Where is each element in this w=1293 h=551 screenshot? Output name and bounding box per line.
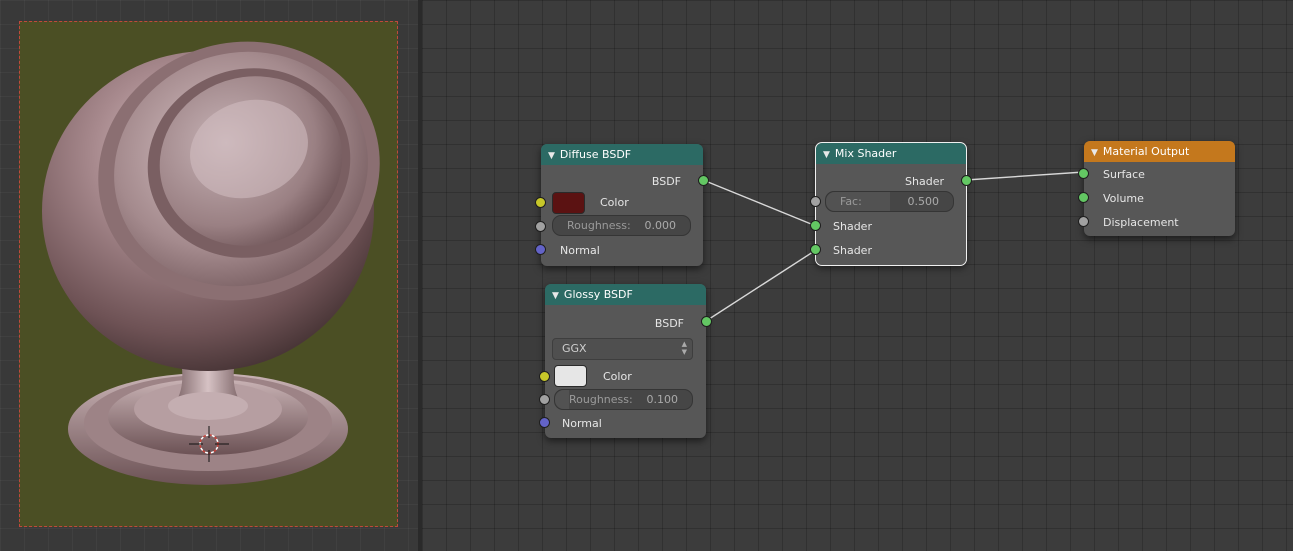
output-volume-socket[interactable]	[1078, 192, 1089, 203]
output-volume-label: Volume	[1103, 192, 1144, 205]
diffuse-color-label: Color	[600, 196, 629, 209]
mix-shader-node[interactable]: ▼ Mix Shader Shader Fac: 0.500 Shader Sha…	[810, 142, 972, 266]
mix-shader-title: Mix Shader	[834, 147, 897, 160]
glossy-roughness-value: 0.100	[646, 393, 679, 406]
glossy-bsdf-header[interactable]: ▼ Glossy BSDF	[545, 284, 706, 305]
diffuse-bsdf-output-socket[interactable]	[698, 175, 709, 186]
mix-shader-output-socket[interactable]	[961, 175, 972, 186]
diffuse-normal-label: Normal	[560, 244, 600, 257]
mix-shader-input-2-label: Shader	[833, 244, 872, 257]
glossy-color-swatch[interactable]	[554, 365, 587, 387]
3d-viewport[interactable]	[0, 0, 418, 551]
mix-shader-input-2-socket[interactable]	[810, 244, 821, 255]
mix-shader-input-1-label: Shader	[833, 220, 872, 233]
mix-fac-socket[interactable]	[810, 196, 821, 207]
3d-cursor-icon	[189, 426, 229, 462]
diffuse-output-label: BSDF	[651, 175, 681, 188]
material-output-node[interactable]: ▼ Material Output Surface Volume Displace…	[1078, 141, 1235, 236]
glossy-roughness-fill	[555, 390, 569, 409]
diffuse-bsdf-header[interactable]: ▼ Diffuse BSDF	[541, 144, 703, 165]
diffuse-color-socket[interactable]	[535, 197, 546, 208]
diffuse-roughness-label: Roughness:	[567, 219, 631, 232]
triangle-down-icon[interactable]: ▼	[823, 145, 830, 166]
diffuse-roughness-slider[interactable]: Roughness: 0.000	[552, 215, 691, 236]
output-displacement-socket[interactable]	[1078, 216, 1089, 227]
diffuse-bsdf-node[interactable]: ▼ Diffuse BSDF BSDF Color Roughness: 0.00…	[535, 144, 709, 266]
node-editor[interactable]: ▼ Diffuse BSDF BSDF Color Roughness: 0.00…	[422, 0, 1293, 551]
glossy-distribution-dropdown[interactable]: GGX ▲ ▼	[552, 338, 693, 360]
render-preview	[19, 21, 398, 527]
link-glossy-to-mix	[705, 249, 817, 322]
glossy-roughness-slider[interactable]: Roughness: 0.100	[554, 389, 693, 410]
material-output-header[interactable]: ▼ Material Output	[1084, 141, 1235, 162]
glossy-bsdf-title: Glossy BSDF	[563, 288, 633, 301]
glossy-color-socket[interactable]	[539, 371, 550, 382]
glossy-normal-label: Normal	[562, 417, 602, 430]
node-links	[702, 171, 1085, 322]
mix-shader-input-1-socket[interactable]	[810, 220, 821, 231]
output-surface-socket[interactable]	[1078, 168, 1089, 179]
diffuse-roughness-socket[interactable]	[535, 221, 546, 232]
updown-arrows-icon: ▲ ▼	[681, 340, 687, 356]
diffuse-roughness-value: 0.000	[644, 219, 677, 232]
glossy-bsdf-output-socket[interactable]	[701, 316, 712, 327]
link-diffuse-to-mix	[702, 179, 817, 227]
diffuse-bsdf-title: Diffuse BSDF	[559, 148, 632, 161]
glossy-roughness-socket[interactable]	[539, 394, 550, 405]
glossy-output-label: BSDF	[654, 317, 684, 330]
glossy-color-label: Color	[603, 370, 632, 383]
mix-fac-label: Fac:	[840, 195, 862, 208]
glossy-normal-socket[interactable]	[539, 417, 550, 428]
diffuse-color-swatch[interactable]	[552, 192, 585, 214]
mix-output-label: Shader	[905, 175, 944, 188]
glossy-distribution-value: GGX	[562, 342, 587, 355]
output-surface-label: Surface	[1103, 168, 1145, 181]
output-displacement-label: Displacement	[1103, 216, 1179, 229]
material-output-title: Material Output	[1102, 145, 1190, 158]
mix-fac-slider[interactable]: Fac: 0.500	[825, 191, 954, 212]
glossy-bsdf-node[interactable]: ▼ Glossy BSDF BSDF GGX ▲ ▼ Color Roughness…	[539, 284, 712, 438]
mix-fac-value: 0.500	[907, 195, 940, 208]
glossy-roughness-label: Roughness:	[569, 393, 633, 406]
triangle-down-icon[interactable]: ▼	[1091, 143, 1098, 164]
link-mix-to-output	[965, 171, 1085, 181]
diffuse-normal-socket[interactable]	[535, 244, 546, 255]
triangle-down-icon[interactable]: ▼	[548, 146, 555, 167]
triangle-down-icon[interactable]: ▼	[552, 286, 559, 307]
mix-shader-header[interactable]: ▼ Mix Shader	[816, 143, 966, 164]
